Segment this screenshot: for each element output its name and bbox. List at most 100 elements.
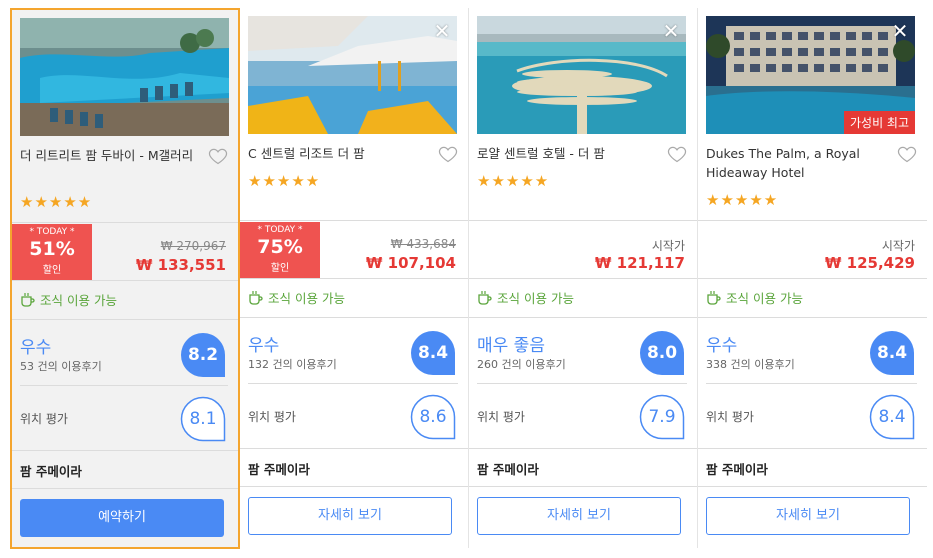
rating-word: 우수 xyxy=(20,338,52,358)
divider xyxy=(698,486,927,487)
best-value-badge: 가성비 최고 xyxy=(843,111,915,134)
star-rating: ★★★★★ xyxy=(248,172,321,190)
divider xyxy=(12,488,238,489)
discount-percent: 51% xyxy=(29,238,75,260)
location-score: 8.4 xyxy=(878,407,906,427)
divider xyxy=(12,280,238,281)
hotel-name[interactable]: 더 리트리트 팜 두바이 - M갤러리 xyxy=(20,146,206,165)
hotel-card-2: ✕ C 센트럴 리조트 더 팜 ★★★★★ * TODAY * 75% 할인 ₩… xyxy=(240,8,469,548)
divider xyxy=(469,448,697,449)
details-button[interactable]: 자세히 보기 xyxy=(477,497,681,535)
hotel-comparison-grid: 더 리트리트 팜 두바이 - M갤러리 ★★★★★ * TODAY * 51% … xyxy=(10,8,928,549)
location-label: 위치 평가 xyxy=(477,410,525,424)
divider xyxy=(469,220,697,221)
divider xyxy=(698,317,927,318)
details-button[interactable]: 자세히 보기 xyxy=(248,497,452,535)
divider xyxy=(469,486,697,487)
divider xyxy=(469,278,697,279)
review-score-badge: 8.4 xyxy=(410,330,456,376)
heart-icon[interactable] xyxy=(208,146,228,166)
price[interactable]: ₩ 125,429 xyxy=(825,254,915,272)
star-rating: ★★★★★ xyxy=(20,193,93,211)
details-button[interactable]: 자세히 보기 xyxy=(706,497,910,535)
original-price: ₩ 270,967 xyxy=(160,239,226,253)
today-label: * TODAY * xyxy=(257,225,303,235)
discount-suffix: 할인 xyxy=(270,263,290,274)
today-label: * TODAY * xyxy=(29,227,75,237)
divider xyxy=(706,383,917,384)
discount-percent: 75% xyxy=(257,236,303,258)
today-deal-badge: * TODAY * 51% 할인 xyxy=(12,224,92,280)
close-icon[interactable]: ✕ xyxy=(431,20,453,42)
price[interactable]: ₩ 107,104 xyxy=(366,254,456,272)
price-from-label: 시작가 xyxy=(881,239,915,253)
location-score: 8.6 xyxy=(419,407,447,427)
hotel-card-1: 더 리트리트 팜 두바이 - M갤러리 ★★★★★ * TODAY * 51% … xyxy=(10,8,240,549)
breakfast-label: 조식 이용 가능 xyxy=(497,291,574,306)
heart-icon[interactable] xyxy=(667,144,687,164)
review-count[interactable]: 260 건의 이용후기 xyxy=(477,356,566,372)
location-label: 위치 평가 xyxy=(20,412,68,426)
heart-icon[interactable] xyxy=(897,144,917,164)
breakfast-label: 조식 이용 가능 xyxy=(726,291,803,306)
divider xyxy=(240,278,468,279)
hotel-name[interactable]: Dukes The Palm, a Royal Hideaway Hotel xyxy=(706,144,892,182)
location-score-badge: 8.1 xyxy=(180,396,226,442)
breakfast-info: 조식 이용 가능 xyxy=(477,288,574,307)
rating-word: 매우 좋음 xyxy=(477,336,545,356)
divider xyxy=(240,486,468,487)
review-count[interactable]: 53 건의 이용후기 xyxy=(20,358,102,374)
divider xyxy=(698,220,927,221)
hotel-photo[interactable] xyxy=(20,18,229,136)
divider xyxy=(248,383,458,384)
divider xyxy=(20,385,228,386)
rating-word: 우수 xyxy=(706,336,738,356)
star-rating: ★★★★★ xyxy=(706,191,779,209)
hotel-photo[interactable]: ✕ xyxy=(248,16,457,134)
heart-icon[interactable] xyxy=(438,144,458,164)
coffee-cup-icon xyxy=(21,292,35,307)
location-label: 위치 평가 xyxy=(248,410,296,424)
divider xyxy=(469,317,697,318)
book-button[interactable]: 예약하기 xyxy=(20,499,224,537)
review-count[interactable]: 132 건의 이용후기 xyxy=(248,356,337,372)
hotel-photo[interactable]: ✕ xyxy=(477,16,686,134)
price[interactable]: ₩ 133,551 xyxy=(136,256,226,274)
location-score: 8.1 xyxy=(189,409,217,429)
location-score-badge: 8.6 xyxy=(410,394,456,440)
coffee-cup-icon xyxy=(249,290,263,305)
review-score-badge: 8.0 xyxy=(639,330,685,376)
hotel-name[interactable]: C 센트럴 리조트 더 팜 xyxy=(248,144,434,163)
divider xyxy=(477,383,687,384)
price[interactable]: ₩ 121,117 xyxy=(595,254,685,272)
breakfast-info: 조식 이용 가능 xyxy=(248,288,345,307)
divider xyxy=(698,448,927,449)
today-deal-badge: * TODAY * 75% 할인 xyxy=(240,222,320,278)
area-name: 팜 주메이라 xyxy=(706,462,768,477)
close-icon[interactable]: ✕ xyxy=(660,20,682,42)
breakfast-info: 조식 이용 가능 xyxy=(20,290,117,309)
review-score: 8.4 xyxy=(417,343,449,363)
review-score: 8.2 xyxy=(187,345,219,365)
divider xyxy=(240,317,468,318)
coffee-cup-icon xyxy=(707,290,721,305)
review-count[interactable]: 338 건의 이용후기 xyxy=(706,356,795,372)
divider xyxy=(698,278,927,279)
divider xyxy=(12,222,238,223)
location-score-badge: 8.4 xyxy=(869,394,915,440)
breakfast-label: 조식 이용 가능 xyxy=(268,291,345,306)
hotel-name[interactable]: 로얄 센트럴 호텔 - 더 팜 xyxy=(477,144,663,163)
discount-suffix: 할인 xyxy=(42,265,62,276)
close-icon[interactable]: ✕ xyxy=(889,20,911,42)
hotel-photo[interactable]: ✕ 가성비 최고 xyxy=(706,16,915,134)
review-score-badge: 8.2 xyxy=(180,332,226,378)
area-name: 팜 주메이라 xyxy=(248,462,310,477)
hotel-card-4: ✕ 가성비 최고 Dukes The Palm, a Royal Hideawa… xyxy=(698,8,927,548)
review-score: 8.4 xyxy=(876,343,908,363)
area-name: 팜 주메이라 xyxy=(477,462,539,477)
coffee-cup-icon xyxy=(478,290,492,305)
review-score: 8.0 xyxy=(646,343,678,363)
hotel-card-3: ✕ 로얄 센트럴 호텔 - 더 팜 ★★★★★ 시작가 ₩ 121,117 조식… xyxy=(469,8,698,548)
breakfast-label: 조식 이용 가능 xyxy=(40,293,117,308)
location-score-badge: 7.9 xyxy=(639,394,685,440)
